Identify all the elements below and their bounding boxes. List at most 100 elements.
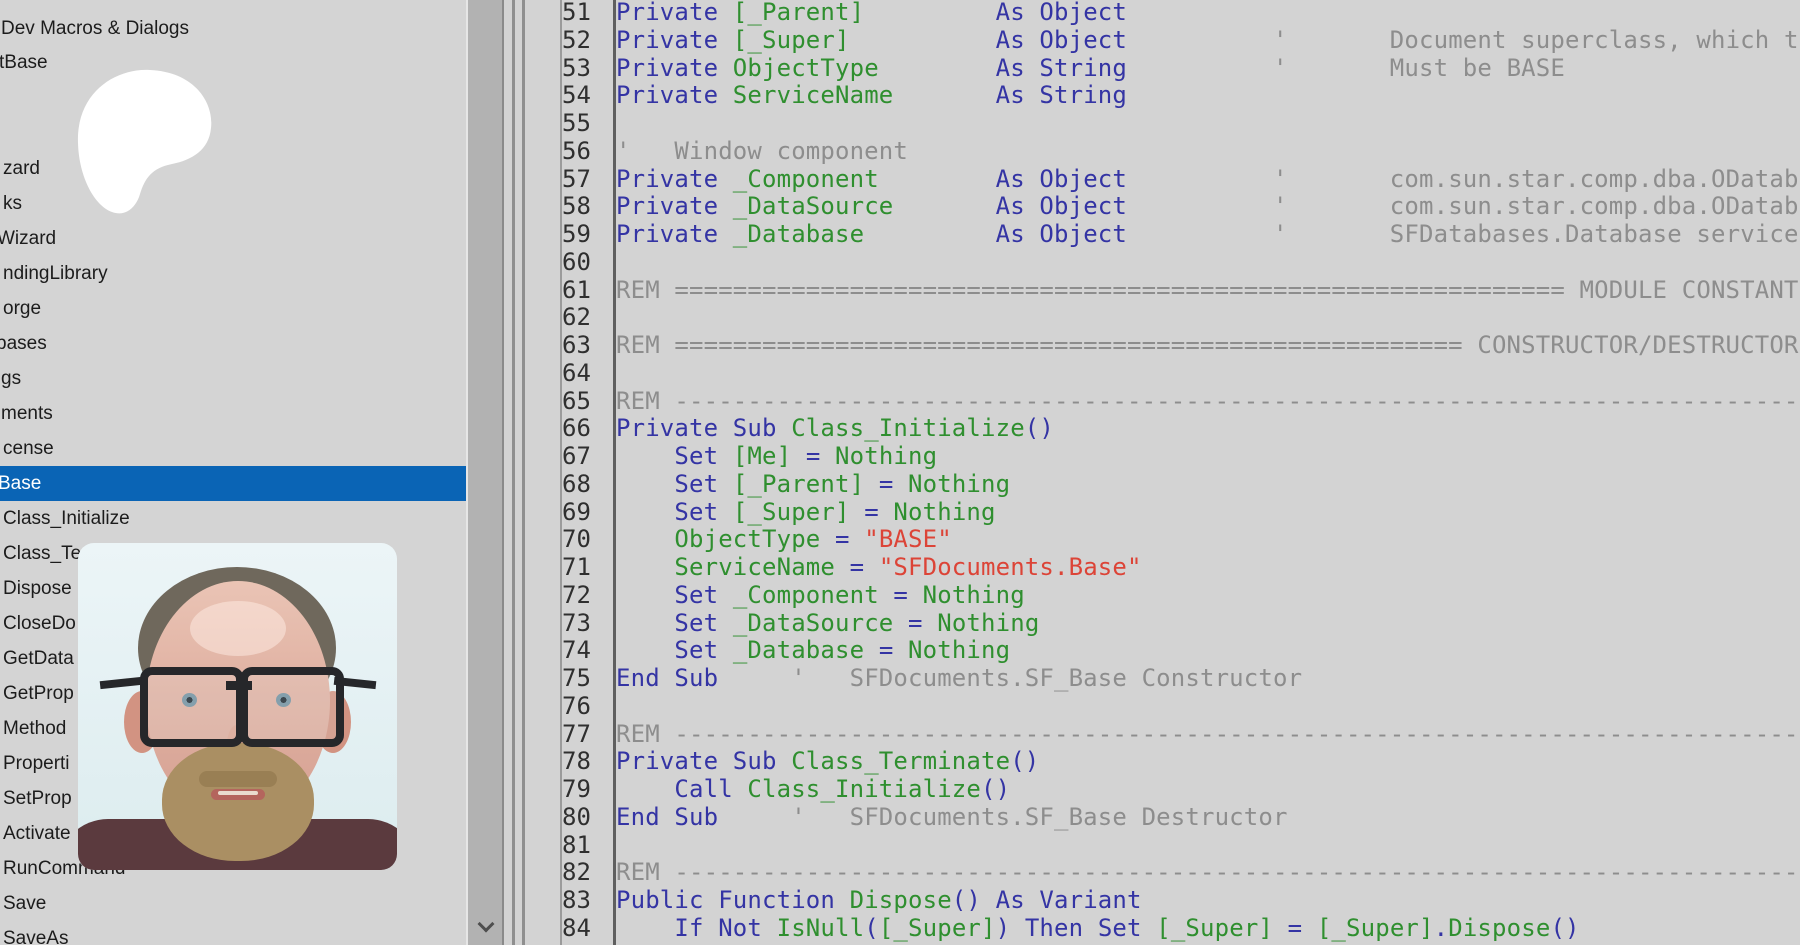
line-number: 51 (562, 0, 612, 27)
line-number: 55 (562, 110, 612, 138)
line-number: 65 (562, 388, 612, 416)
sidebar-item[interactable]: Save (0, 886, 466, 921)
line-number: 54 (562, 82, 612, 110)
code-token-id: [_Parent] (733, 0, 864, 26)
code-token-pl (616, 470, 674, 498)
code-token-kw: Private (616, 81, 733, 109)
sidebar-item-label: GetData (3, 641, 74, 676)
code-token-st: "SFDocuments.Base" (879, 553, 1142, 581)
code-line: REM ------------------------------------… (616, 859, 1800, 887)
line-number: 80 (562, 804, 612, 832)
glasses-left-lens (140, 667, 244, 747)
code-token-pl (864, 0, 995, 26)
code-token-id: [_Super] (1156, 914, 1273, 942)
glasses-right-lens (240, 667, 344, 747)
sidebar-item-label: Activate (3, 816, 71, 851)
code-line: REM ====================================… (616, 332, 1800, 360)
line-number: 84 (562, 915, 612, 943)
sidebar-item[interactable]: SaveAs (0, 921, 466, 945)
code-token-kw: ) Then Set (996, 914, 1157, 942)
chevron-down-icon[interactable] (479, 920, 491, 932)
code-token-id: [_Super] (1317, 914, 1434, 942)
photo-beard (162, 743, 314, 861)
line-number: 75 (562, 665, 612, 693)
code-token-cm: ' Window component (616, 137, 908, 165)
line-number: 57 (562, 166, 612, 194)
code-token-id: [_Super] (733, 26, 850, 54)
line-number: 58 (562, 193, 612, 221)
code-line (616, 304, 1800, 332)
code-line: Private _DataSource As Object ' com.sun.… (616, 193, 1800, 221)
code-token-id: _DataSource (733, 192, 894, 220)
code-token-pl (893, 192, 995, 220)
code-token-pl (616, 553, 674, 581)
code-token-kw: As Object (996, 192, 1127, 220)
line-number: 77 (562, 721, 612, 749)
code-token-cm: REM ====================================… (616, 331, 1799, 359)
sidebar-item-label: cense (3, 431, 54, 466)
code-token-pl (1127, 26, 1273, 54)
code-token-id: ServiceName (674, 553, 835, 581)
code-token-cm: REM ------------------------------------… (616, 858, 1800, 886)
line-number: 81 (562, 832, 612, 860)
code-token-kw: Private (616, 220, 733, 248)
code-line: Private _Component As Object ' com.sun.s… (616, 166, 1800, 194)
sidebar-item[interactable]: Wizard (0, 221, 466, 256)
code-token-cm: ' Must be BASE (1273, 54, 1565, 82)
sidebar-item[interactable]: gs (0, 361, 466, 396)
sidebar-item[interactable]: ndingLibrary (0, 256, 466, 291)
code-token-cm: ' SFDatabases.Database service instance (1273, 220, 1800, 248)
sidebar-item-label: Save (3, 886, 46, 921)
sidebar-item[interactable]: cense (0, 431, 466, 466)
code-token-pl (1127, 165, 1273, 193)
white-blob-overlay (70, 58, 220, 223)
code-token-pl (616, 581, 674, 609)
code-token-kw: = (835, 553, 879, 581)
sidebar-item[interactable]: ments (0, 396, 466, 431)
sidebar-item-selected[interactable]: Base (0, 466, 466, 501)
sidebar-scrollbar[interactable] (468, 0, 502, 945)
code-token-kw: End Sub (616, 664, 718, 692)
code-token-pl (616, 775, 674, 803)
sidebar-item-label: ks (3, 186, 22, 221)
code-line (616, 110, 1800, 138)
sidebar-item[interactable]: bases (0, 326, 466, 361)
line-number: 63 (562, 332, 612, 360)
pane-splitter[interactable] (522, 0, 525, 945)
line-number: 76 (562, 693, 612, 721)
code-line: Private [_Super] As Object ' Document su… (616, 27, 1800, 55)
code-token-id: IsNull (777, 914, 865, 942)
sidebar-item[interactable]: Dev Macros & Dialogs (0, 11, 466, 46)
line-number: 74 (562, 637, 612, 665)
code-token-kw: = (879, 581, 923, 609)
code-token-kw: = (820, 525, 864, 553)
line-number: 52 (562, 27, 612, 55)
code-token-id: ObjectType (674, 525, 820, 553)
code-token-kw: As Object (996, 220, 1127, 248)
code-token-id: Class_Initialize (747, 775, 981, 803)
basic-ide-screen: Dev Macros & DialogstBasezardksWizardndi… (0, 0, 1800, 945)
glasses-bridge (226, 681, 252, 690)
code-line: Private [_Parent] As Object (616, 0, 1800, 27)
code-line: Set [_Parent] = Nothing (616, 471, 1800, 499)
code-token-pl (893, 81, 995, 109)
basic-code-editor[interactable]: Private [_Parent] As ObjectPrivate [_Sup… (616, 0, 1800, 945)
line-number-gutter[interactable]: 5152535455565758596061626364656667686970… (562, 0, 612, 943)
line-number: 67 (562, 443, 612, 471)
code-token-id: Nothing (908, 636, 1010, 664)
line-number: 79 (562, 776, 612, 804)
code-token-id: _Database (733, 220, 864, 248)
code-token-kw: ( (864, 914, 879, 942)
code-line: If Not IsNull([_Super]) Then Set [_Super… (616, 915, 1800, 943)
line-number: 66 (562, 415, 612, 443)
sidebar-item[interactable]: Class_Initialize (0, 501, 466, 536)
pane-splitter[interactable] (512, 0, 515, 945)
code-token-kw: As String (996, 54, 1127, 82)
sidebar-item[interactable]: orge (0, 291, 466, 326)
code-token-kw: Set (674, 498, 732, 526)
code-line: Set [_Super] = Nothing (616, 499, 1800, 527)
code-token-cm: ' com.sun.star.comp.dba.ODatabaseSource (1273, 192, 1800, 220)
code-token-kw: Private (616, 165, 733, 193)
line-number: 71 (562, 554, 612, 582)
code-token-cm: ' com.sun.star.comp.dba.ODatabaseDocumen… (1273, 165, 1800, 193)
